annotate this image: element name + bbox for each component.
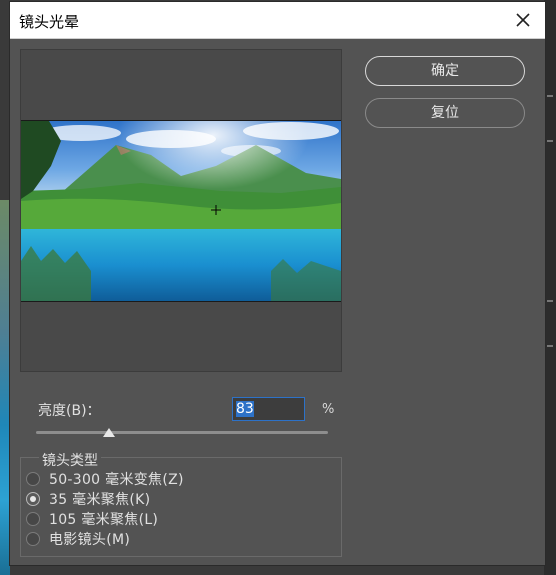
- radio-button[interactable]: [26, 512, 40, 526]
- preview-panel[interactable]: [20, 49, 342, 372]
- brightness-input[interactable]: 83: [232, 397, 305, 421]
- radio-option-35-prime[interactable]: 35 毫米聚焦(K): [26, 489, 150, 509]
- reset-button[interactable]: 复位: [365, 98, 525, 128]
- radio-option-label: 35 毫米聚焦(K): [49, 492, 151, 508]
- brightness-label: 亮度(B)：: [38, 403, 101, 419]
- radio-button[interactable]: [26, 472, 40, 486]
- radio-option-movie-prime[interactable]: 电影镜头(M): [26, 529, 130, 549]
- brightness-slider-thumb[interactable]: [103, 428, 115, 437]
- crosshair-icon[interactable]: [211, 200, 221, 215]
- radio-button[interactable]: [26, 532, 40, 546]
- lens-flare-dialog: 镜头光晕 确定 复位 亮度(B)： 83 % 镜头类型 50-300 毫米变焦(…: [9, 1, 546, 566]
- preview-image[interactable]: [21, 120, 341, 302]
- percent-unit: %: [322, 402, 335, 417]
- brightness-value: 83: [236, 401, 254, 417]
- radio-option-50-300-zoom[interactable]: 50-300 毫米变焦(Z): [26, 469, 184, 489]
- radio-option-label: 105 毫米聚焦(L): [49, 512, 159, 528]
- title-bar: 镜头光晕: [10, 2, 545, 39]
- brightness-slider-track[interactable]: [36, 431, 328, 434]
- lens-type-group-label: 镜头类型: [39, 450, 101, 470]
- radio-option-105-prime[interactable]: 105 毫米聚焦(L): [26, 509, 158, 529]
- ok-button[interactable]: 确定: [365, 56, 525, 86]
- close-icon[interactable]: [511, 8, 535, 32]
- radio-button[interactable]: [26, 492, 40, 506]
- dialog-title: 镜头光晕: [19, 13, 80, 31]
- radio-option-label: 50-300 毫米变焦(Z): [49, 472, 184, 488]
- radio-option-label: 电影镜头(M): [49, 532, 131, 548]
